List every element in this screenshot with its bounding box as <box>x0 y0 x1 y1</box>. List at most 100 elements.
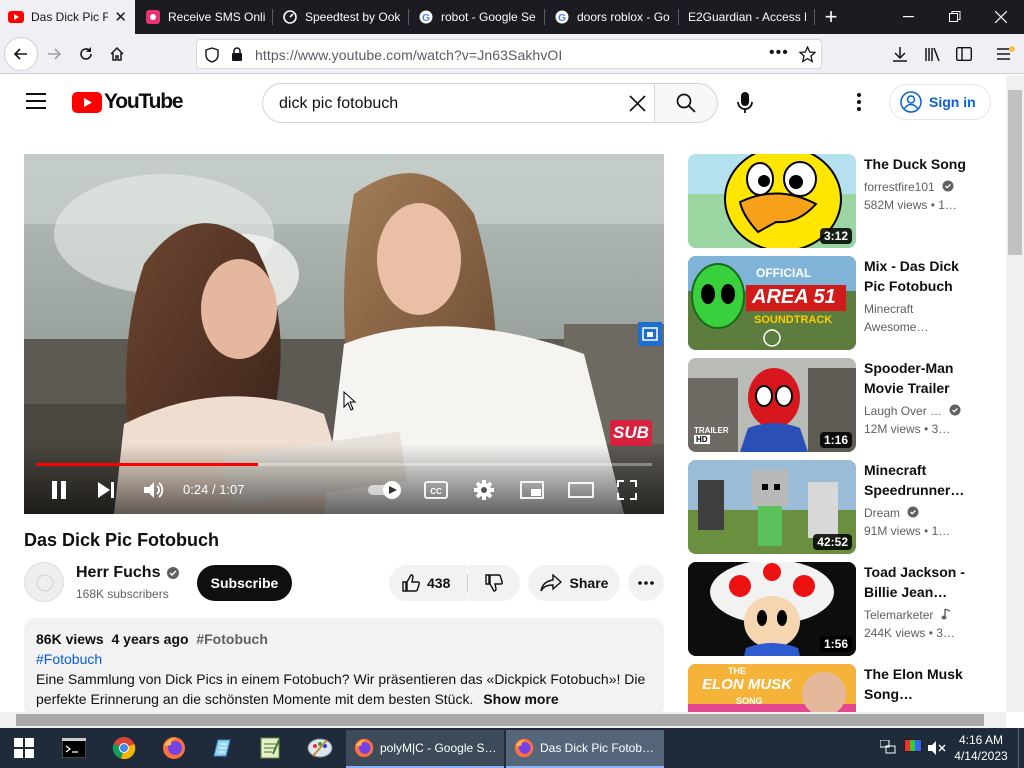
show-more-link[interactable]: Show more <box>483 691 558 707</box>
related-video[interactable]: THE ELON MUSK SONG The Elon Musk Song… <box>688 664 1006 712</box>
video-thumbnail[interactable]: 42:52 <box>688 460 856 554</box>
taskbar-window-firefox-1[interactable]: polyM|C - Google S… <box>346 730 504 768</box>
network-icon[interactable] <box>880 740 896 754</box>
next-icon[interactable] <box>97 481 115 499</box>
description-meta: 86K views 4 years ago #Fotobuch <box>36 631 268 647</box>
microphone-icon[interactable] <box>737 92 753 114</box>
url-text[interactable]: https://www.youtube.com/watch?v=Jn63Sakh… <box>255 47 562 63</box>
subscribe-button[interactable]: Subscribe <box>197 565 292 601</box>
search-input[interactable]: dick pic fotobuch <box>279 95 398 113</box>
paint-taskbar-icon[interactable] <box>296 728 344 768</box>
lock-icon[interactable] <box>231 47 243 62</box>
video-title[interactable]: Minecraft Speedrunner… <box>864 460 974 500</box>
search-box[interactable]: dick pic fotobuch <box>262 83 654 123</box>
url-bar[interactable]: https://www.youtube.com/watch?v=Jn63Sakh… <box>196 39 822 69</box>
video-title[interactable]: Mix - Das Dick Pic Fotobuch <box>864 256 974 296</box>
tab-e2guardian[interactable]: E2Guardian - Access D <box>680 0 814 34</box>
theater-mode-icon[interactable] <box>568 482 594 498</box>
inline-hashtag[interactable]: #Fotobuch <box>196 631 268 647</box>
vertical-scroll-thumb[interactable] <box>1008 90 1022 255</box>
display-icon[interactable] <box>904 739 922 755</box>
channel-name[interactable]: Herr Fuchs <box>76 564 160 582</box>
video-thumbnail[interactable]: 3:12 <box>688 154 856 248</box>
video-thumbnail[interactable]: TRAILER HD 1:16 <box>688 358 856 452</box>
video-thumbnail[interactable]: THE ELON MUSK SONG <box>688 664 856 712</box>
video-channel[interactable]: Telemarketer <box>864 608 933 622</box>
show-desktop-button[interactable] <box>1018 728 1024 768</box>
related-video[interactable]: 42:52 Minecraft Speedrunner… Dream 91M v… <box>688 460 1006 554</box>
new-tab-button[interactable]: + <box>808 0 854 34</box>
video-title[interactable]: The Elon Musk Song… <box>864 664 974 704</box>
notepad-taskbar-icon[interactable] <box>246 728 294 768</box>
terminal-taskbar-icon[interactable] <box>50 728 98 768</box>
minimize-button[interactable] <box>886 0 932 34</box>
clear-search-icon[interactable] <box>629 95 646 112</box>
related-video[interactable]: 1:56 Toad Jackson - Billie Jean… Telemar… <box>688 562 1006 656</box>
sidebar-button[interactable] <box>948 38 980 70</box>
dislike-button[interactable] <box>468 565 520 601</box>
bookmark-star-icon[interactable] <box>799 46 816 63</box>
subscribe-watermark[interactable]: SUB <box>610 420 652 446</box>
settings-gear-icon[interactable] <box>473 479 495 501</box>
shield-icon[interactable] <box>205 47 219 63</box>
app-taskbar-icon[interactable] <box>198 728 246 768</box>
video-title[interactable]: Spooder-Man Movie Trailer <box>864 358 974 398</box>
card-teaser-icon[interactable] <box>638 322 662 346</box>
fullscreen-icon[interactable] <box>617 480 637 500</box>
home-button[interactable] <box>101 38 133 70</box>
library-button[interactable] <box>916 38 948 70</box>
youtube-logo[interactable]: YouTube <box>72 90 184 114</box>
related-video[interactable]: 3:12 The Duck Song forrestfire101 582M v… <box>688 154 1006 248</box>
close-window-button[interactable] <box>978 0 1024 34</box>
close-tab-icon[interactable]: ✕ <box>114 8 127 26</box>
volume-muted-icon[interactable] <box>928 740 946 756</box>
firefox-taskbar-icon[interactable] <box>150 728 198 768</box>
tab-doors-roblox[interactable]: G doors roblox - Go <box>546 0 678 34</box>
captions-icon[interactable]: CC <box>424 481 448 499</box>
menu-button[interactable] <box>990 38 1022 70</box>
volume-icon[interactable] <box>143 480 165 500</box>
video-player[interactable]: SUB 0:24 / 1:07 CC <box>24 154 664 514</box>
pause-icon[interactable] <box>51 481 67 499</box>
forward-button[interactable] <box>38 38 70 70</box>
windows-logo-icon <box>14 738 34 758</box>
page-actions-icon[interactable]: ••• <box>769 44 789 62</box>
tab-youtube[interactable]: Das Dick Pic F ✕ <box>0 0 135 34</box>
taskbar-window-firefox-2[interactable]: Das Dick Pic Fotob… <box>506 730 664 768</box>
video-title[interactable]: Toad Jackson - Billie Jean… <box>864 562 974 602</box>
restore-button[interactable] <box>932 0 978 34</box>
related-mix[interactable]: OFFICIAL AREA 51 SOUNDTRACK Mix - Das Di… <box>688 256 1006 350</box>
downloads-button[interactable] <box>884 38 916 70</box>
sign-in-button[interactable]: Sign in <box>889 84 991 120</box>
video-channel[interactable]: Laugh Over … <box>864 404 942 418</box>
chrome-taskbar-icon[interactable] <box>100 728 148 768</box>
clock[interactable]: 4:16 AM 4/14/2023 <box>954 732 1008 764</box>
video-title[interactable]: The Duck Song <box>864 154 974 174</box>
description-box[interactable]: 86K views 4 years ago #Fotobuch #Fotobuc… <box>24 618 664 712</box>
progress-bar[interactable] <box>36 463 652 466</box>
more-actions-button[interactable] <box>628 565 664 601</box>
video-channel[interactable]: Dream <box>864 506 900 520</box>
miniplayer-icon[interactable] <box>520 481 544 499</box>
tab-receive-sms[interactable]: Receive SMS Onli <box>137 0 273 34</box>
guide-menu-icon[interactable] <box>26 93 46 109</box>
start-button[interactable] <box>0 728 48 768</box>
hashtag-link[interactable]: #Fotobuch <box>36 651 102 667</box>
settings-more-icon[interactable] <box>857 93 861 111</box>
back-button[interactable] <box>4 37 38 71</box>
horizontal-scroll-thumb[interactable] <box>16 714 984 726</box>
reload-button[interactable] <box>70 38 102 70</box>
video-thumbnail[interactable]: 1:56 <box>688 562 856 656</box>
share-button[interactable]: Share <box>528 565 620 601</box>
search-button[interactable] <box>654 83 718 123</box>
channel-name-row[interactable]: Herr Fuchs <box>76 564 180 582</box>
tab-robot-google[interactable]: G robot - Google Se <box>410 0 544 34</box>
channel-avatar[interactable] <box>24 562 64 602</box>
autoplay-toggle[interactable] <box>368 480 404 500</box>
related-video[interactable]: TRAILER HD 1:16 Spooder-Man Movie Traile… <box>688 358 1006 452</box>
video-thumbnail[interactable]: OFFICIAL AREA 51 SOUNDTRACK <box>688 256 856 350</box>
like-button[interactable]: 438 <box>389 565 467 601</box>
tab-speedtest[interactable]: Speedtest by Ook <box>274 0 408 34</box>
video-channel[interactable]: forrestfire101 <box>864 180 935 194</box>
video-channel[interactable]: Minecraft Awesome… <box>864 300 974 336</box>
